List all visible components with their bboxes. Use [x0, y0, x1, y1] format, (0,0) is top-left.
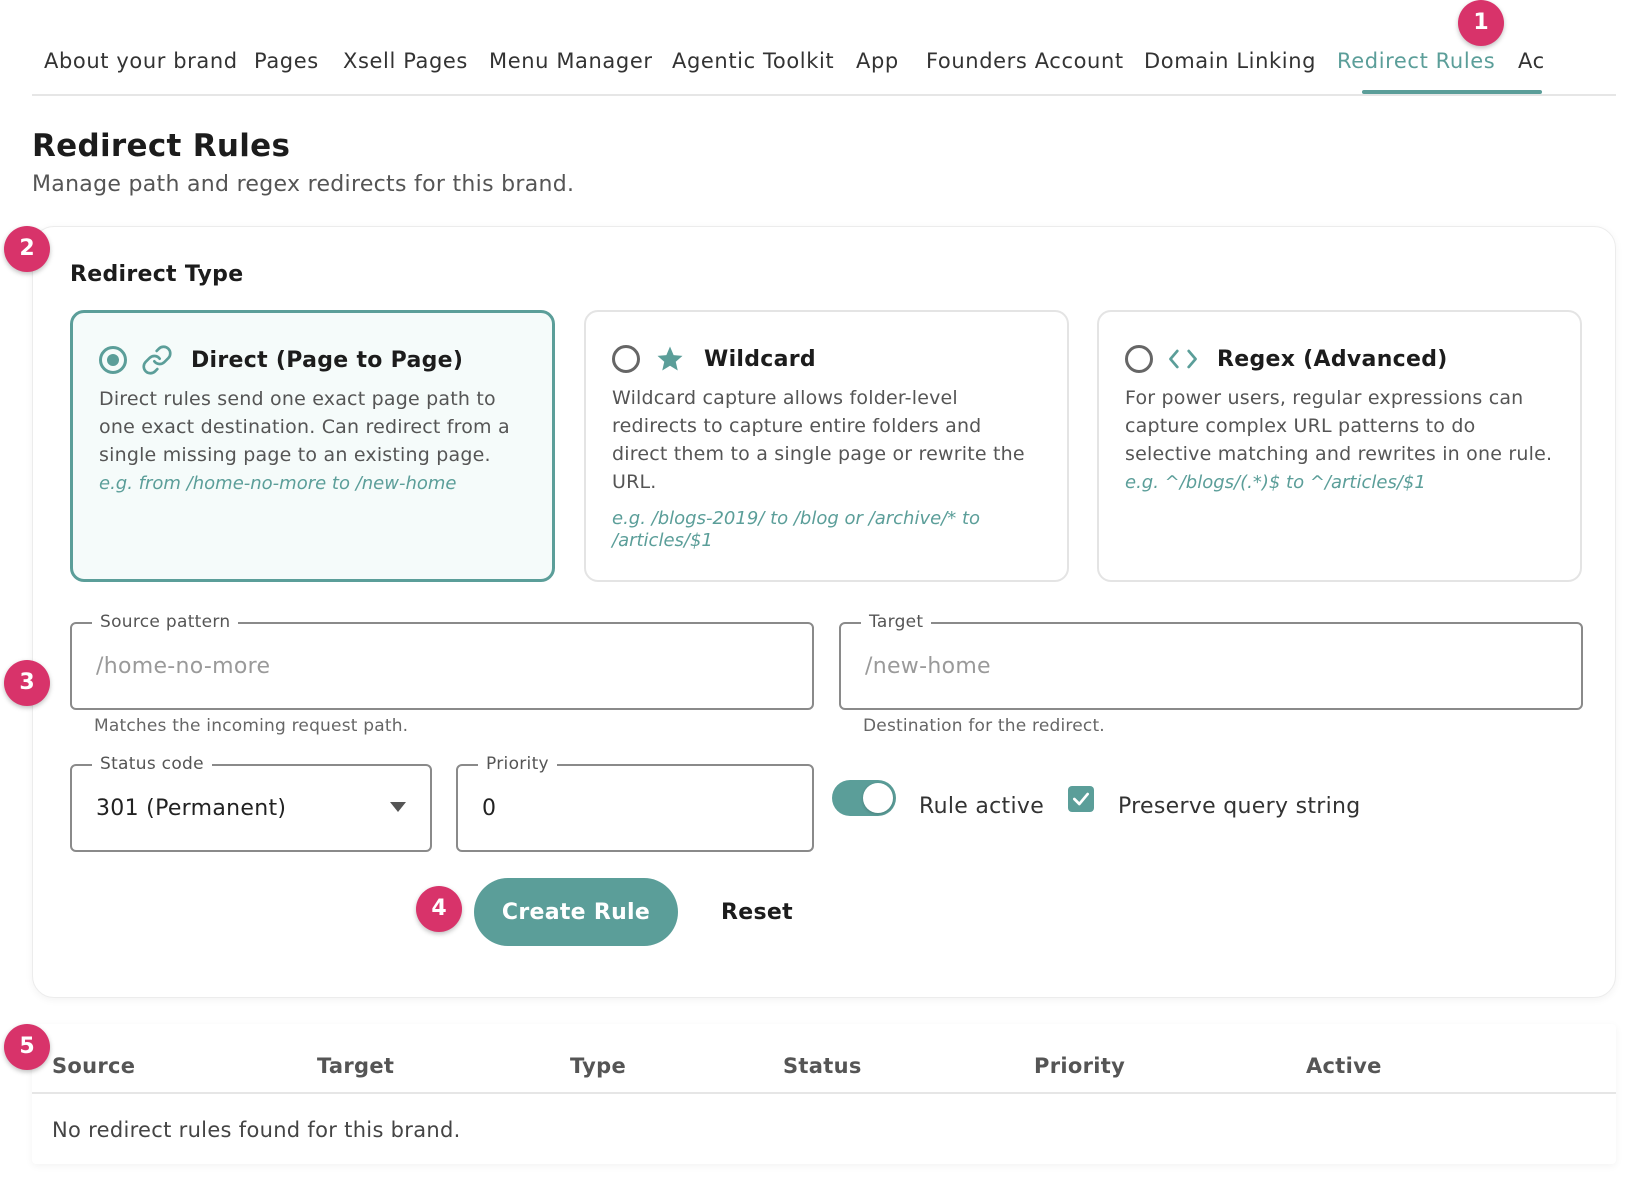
- tab-redirect-rules[interactable]: Redirect Rules: [1337, 46, 1495, 94]
- radio-unselected-icon[interactable]: [612, 345, 640, 373]
- link-icon: [141, 344, 173, 376]
- priority-input[interactable]: 0: [482, 766, 496, 850]
- redirect-type-description: Wildcard capture allows folder-level red…: [612, 387, 1025, 493]
- table-header-target[interactable]: Target: [317, 1054, 394, 1078]
- preserve-query-label: Preserve query string: [1118, 794, 1361, 819]
- preserve-query-checkbox[interactable]: [1068, 786, 1094, 812]
- tab-founders-account[interactable]: Founders Account: [926, 46, 1124, 94]
- redirect-type-example: e.g. ^/blogs/(.*)$ to ^/articles/$1: [1125, 472, 1426, 493]
- table-header-type[interactable]: Type: [570, 1054, 626, 1078]
- target-helper: Destination for the redirect.: [863, 716, 1105, 736]
- table-header-active[interactable]: Active: [1306, 1054, 1382, 1078]
- redirect-type-wildcard[interactable]: Wildcard Wildcard capture allows folder-…: [584, 310, 1069, 582]
- tab-xsell-pages[interactable]: Xsell Pages: [343, 46, 468, 94]
- redirect-type-description: For power users, regular expressions can…: [1125, 387, 1553, 465]
- tab-bar: About your brand Pages Xsell Pages Menu …: [32, 36, 1616, 96]
- table-header-source[interactable]: Source: [52, 1054, 135, 1078]
- checkmark-icon: [1073, 792, 1089, 806]
- tab-agentic-toolkit[interactable]: Agentic Toolkit: [672, 46, 834, 94]
- tab-pages[interactable]: Pages: [254, 46, 319, 94]
- redirect-type-title: Regex (Advanced): [1217, 346, 1448, 372]
- redirect-type-direct[interactable]: Direct (Page to Page) Direct rules send …: [70, 310, 555, 582]
- step-marker-5: 5: [4, 1024, 50, 1070]
- empty-state-text: No redirect rules found for this brand.: [52, 1118, 461, 1142]
- redirect-type-title: Direct (Page to Page): [191, 347, 464, 373]
- page-title: Redirect Rules: [32, 128, 291, 164]
- source-pattern-field[interactable]: Source pattern /home-no-more: [70, 610, 814, 710]
- table-divider: [32, 1092, 1616, 1094]
- radio-unselected-icon[interactable]: [1125, 345, 1153, 373]
- table-header-status[interactable]: Status: [783, 1054, 862, 1078]
- chevron-down-icon[interactable]: [390, 802, 406, 812]
- rule-active-toggle[interactable]: [832, 780, 896, 816]
- step-marker-2: 2: [4, 226, 50, 272]
- create-rule-button[interactable]: Create Rule: [474, 878, 678, 946]
- redirect-type-description: Direct rules send one exact page path to…: [99, 388, 510, 466]
- code-brackets-icon: [1167, 343, 1199, 375]
- target-field[interactable]: Target /new-home: [839, 610, 1583, 710]
- step-marker-3: 3: [4, 660, 50, 706]
- toggle-knob: [863, 783, 893, 813]
- redirect-type-example: e.g. /blogs-2019/ to /blog or /archive/*…: [612, 508, 981, 551]
- redirect-type-heading: Redirect Type: [70, 262, 244, 287]
- tab-app[interactable]: App: [856, 46, 899, 94]
- tab-domain-linking[interactable]: Domain Linking: [1144, 46, 1316, 94]
- status-code-select[interactable]: Status code 301 (Permanent): [70, 752, 432, 852]
- tab-ac[interactable]: Ac: [1518, 46, 1545, 94]
- source-pattern-helper: Matches the incoming request path.: [94, 716, 409, 736]
- target-input[interactable]: /new-home: [865, 624, 991, 708]
- priority-field[interactable]: Priority 0: [456, 752, 814, 852]
- star-icon: [654, 343, 686, 375]
- rule-active-label: Rule active: [919, 794, 1045, 819]
- active-tab-indicator: [1362, 90, 1542, 94]
- redirect-type-title: Wildcard: [704, 346, 816, 372]
- table-header-priority[interactable]: Priority: [1034, 1054, 1125, 1078]
- source-pattern-input[interactable]: /home-no-more: [96, 624, 270, 708]
- redirect-rules-table: Source Target Type Status Priority Activ…: [32, 1024, 1616, 1164]
- page-subtitle: Manage path and regex redirects for this…: [32, 172, 575, 197]
- reset-button[interactable]: Reset: [702, 878, 812, 946]
- redirect-type-example: e.g. from /home-no-more to /new-home: [99, 473, 457, 494]
- redirect-type-regex[interactable]: Regex (Advanced) For power users, regula…: [1097, 310, 1582, 582]
- status-code-value: 301 (Permanent): [96, 795, 287, 821]
- tab-about-your-brand[interactable]: About your brand: [44, 46, 238, 94]
- tab-menu-manager[interactable]: Menu Manager: [489, 46, 653, 94]
- step-marker-1: 1: [1458, 0, 1504, 46]
- radio-selected-icon[interactable]: [99, 346, 127, 374]
- step-marker-4: 4: [416, 886, 462, 932]
